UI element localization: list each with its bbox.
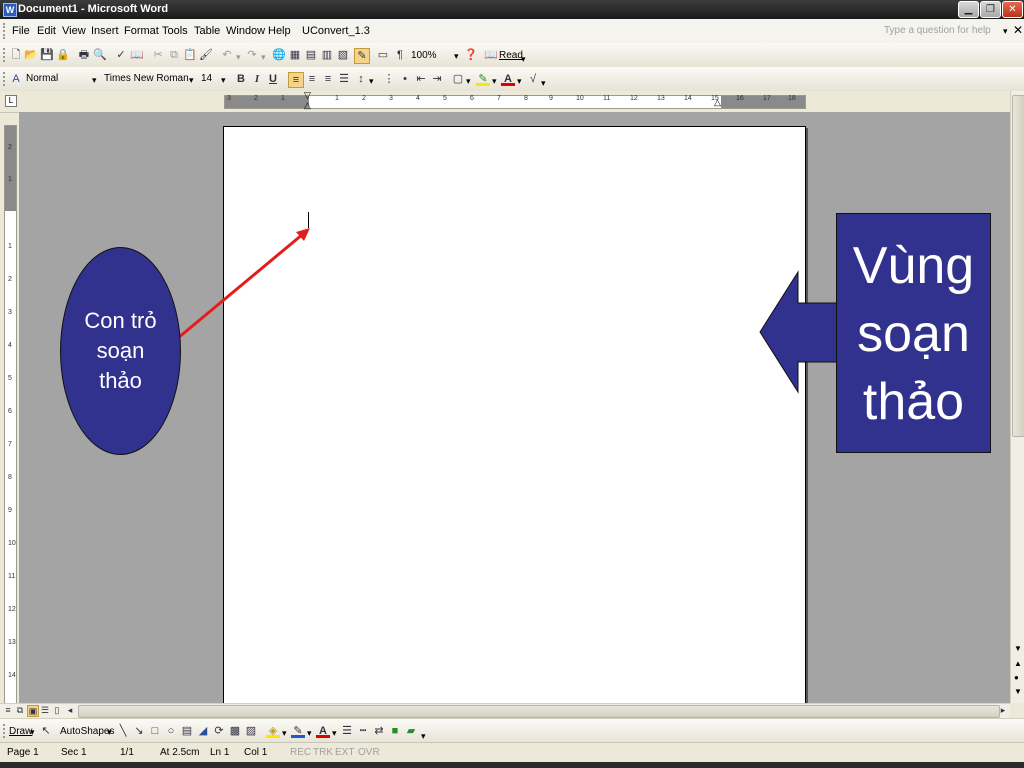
cursor-callout-line: soạn: [96, 338, 145, 363]
area-pointer-arrow: [759, 270, 839, 394]
area-callout-line: Vùng: [852, 237, 975, 295]
editing-area-callout-box: Vùng soạn thảo: [836, 213, 991, 453]
cursor-callout-line: thảo: [99, 368, 142, 393]
cursor-callout-text: Con trỏ soạn thảo: [61, 306, 180, 396]
editing-area-callout-text: Vùng soạn thảo: [837, 232, 990, 436]
area-callout-line: soạn: [857, 305, 970, 363]
cursor-callout-line: Con trỏ: [84, 308, 157, 333]
cursor-pointer-arrow-line: [177, 232, 304, 340]
area-callout-line: thảo: [862, 373, 965, 431]
cursor-callout-oval: Con trỏ soạn thảo: [60, 247, 181, 455]
